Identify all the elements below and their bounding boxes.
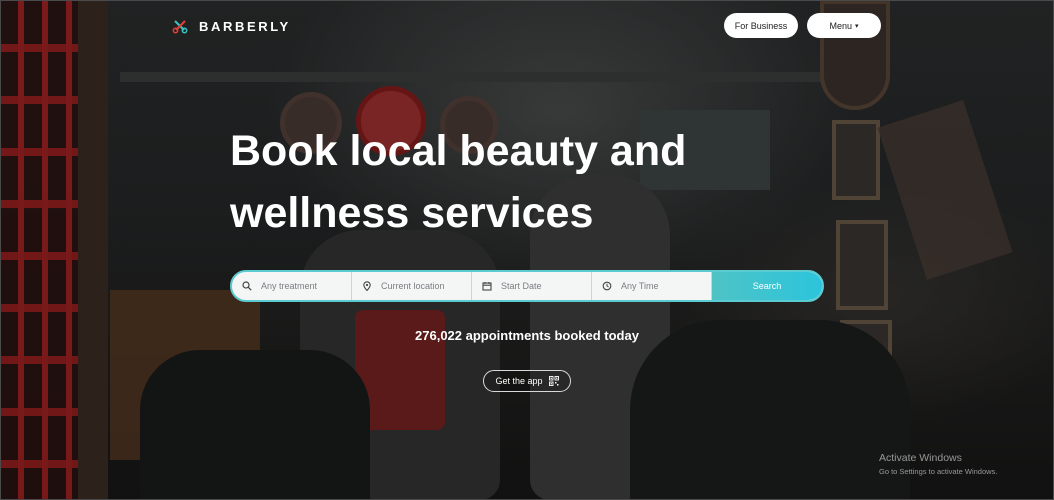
watermark-title: Activate Windows (879, 452, 962, 464)
hero-title-line1: Book local beauty and (230, 127, 687, 175)
get-the-app-label: Get the app (495, 376, 543, 386)
menu-label: Menu (829, 20, 852, 31)
windows-activation-watermark: Activate Windows Go to Settings to activ… (879, 452, 997, 476)
watermark-subtitle: Go to Settings to activate Windows. (879, 467, 998, 476)
location-pin-icon (363, 281, 371, 291)
time-input[interactable] (621, 281, 711, 291)
search-button[interactable]: Search (712, 272, 822, 300)
scissors-icon (172, 20, 188, 34)
bookings-count: 276,022 appointments booked today (415, 328, 639, 343)
clock-icon (602, 281, 612, 291)
for-business-button[interactable]: For Business (724, 13, 798, 38)
date-input[interactable] (501, 281, 591, 291)
calendar-icon (482, 282, 492, 291)
location-input[interactable] (381, 281, 471, 291)
qr-code-icon (548, 376, 559, 386)
hero-background-image (0, 0, 1054, 500)
brand-name: BARBERLY (199, 18, 291, 34)
caret-down-icon: ▾ (855, 22, 859, 30)
date-field[interactable] (472, 272, 592, 300)
for-business-label: For Business (734, 20, 788, 31)
get-the-app-button[interactable]: Get the app (483, 370, 571, 392)
dark-overlay (0, 0, 1054, 500)
treatment-input[interactable] (261, 281, 351, 291)
search-bar: Search (230, 270, 824, 302)
location-field[interactable] (352, 272, 472, 300)
treatment-field[interactable] (232, 272, 352, 300)
search-icon (242, 281, 252, 291)
brand-logo[interactable]: BARBERLY (172, 18, 291, 34)
time-field[interactable] (592, 272, 712, 300)
menu-button[interactable]: Menu ▾ (807, 13, 881, 38)
hero-title: Book local beauty and wellness services (230, 120, 750, 244)
hero-title-line2: wellness services (230, 189, 594, 237)
